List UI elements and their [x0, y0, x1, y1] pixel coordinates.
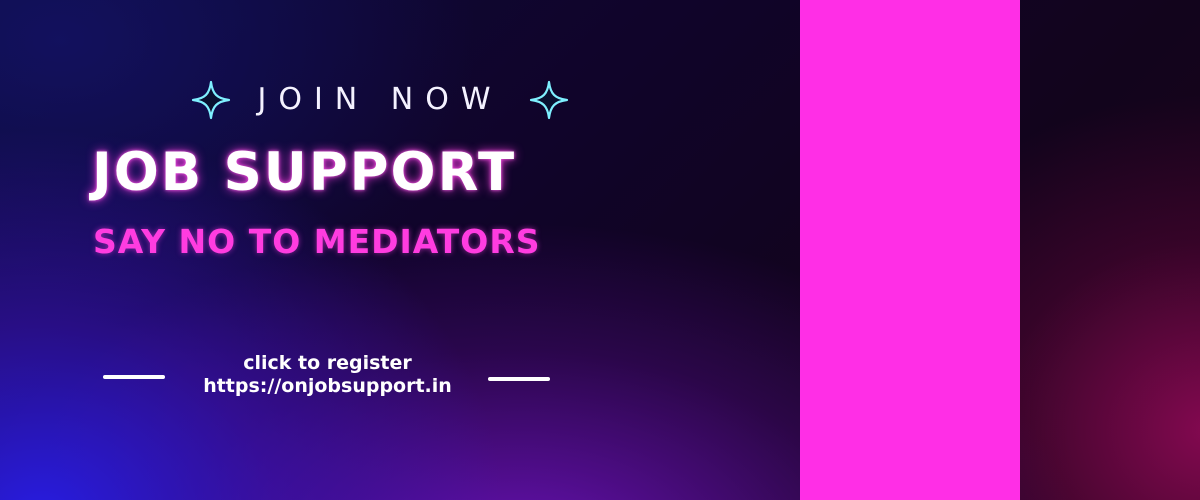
cta-divider-right: [488, 377, 550, 381]
join-now-row: JOIN NOW: [150, 78, 610, 122]
register-label[interactable]: click to register: [175, 352, 480, 375]
subline: SAY NO TO MEDIATORS: [93, 222, 541, 261]
pink-stripe: [800, 0, 1020, 500]
sparkle-icon: [192, 80, 231, 120]
register-url[interactable]: https://onjobsupport.in: [175, 375, 480, 398]
headline: JOB SUPPORT: [92, 142, 517, 203]
join-now-label: JOIN NOW: [257, 82, 503, 117]
banner[interactable]: JOIN NOW JOB SUPPORT SAY NO TO MEDIATORS…: [0, 0, 1200, 500]
register-link[interactable]: click to register https://onjobsupport.i…: [175, 352, 480, 398]
sparkle-icon: [529, 80, 568, 120]
cta-divider-left: [103, 375, 165, 379]
